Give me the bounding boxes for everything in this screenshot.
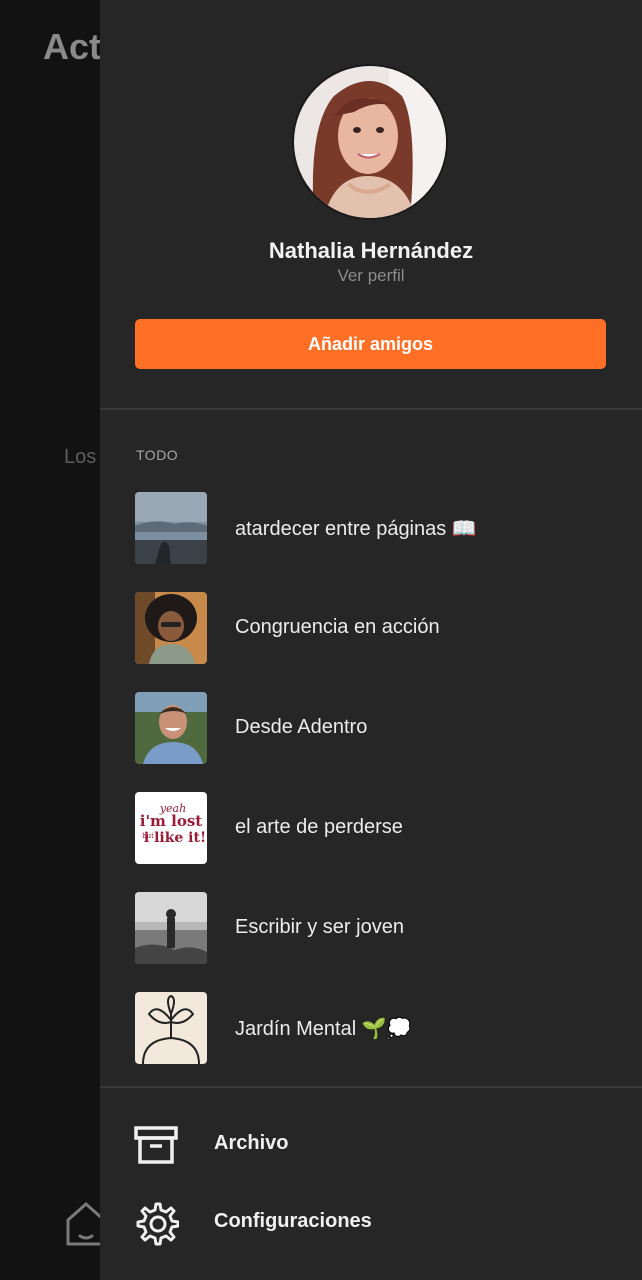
background-page-title: Act [43,26,102,67]
publication-title: Jardín Mental 🌱💭 [235,1018,412,1040]
add-friends-button[interactable]: Añadir amigos [135,319,606,369]
list-item[interactable]: Congruencia en acción [100,592,642,664]
list-item[interactable]: Jardín Mental 🌱💭 [100,992,642,1064]
view-profile-link[interactable]: Ver perfil [100,266,642,286]
navigation-drawer: Nathalia Hernández Ver perfil Añadir ami… [100,0,642,1280]
profile-name: Nathalia Hernández [268,238,474,263]
archive-icon [134,1126,178,1164]
section-label: TODO [136,447,179,463]
thumb-logo-line: i like it! [144,830,206,846]
list-item[interactable]: yeah i'm lost but i like it! el arte de … [100,792,642,864]
menu-item-archive[interactable]: Archivo [100,1116,642,1172]
publication-title: el arte de perderse [235,816,403,838]
list-item[interactable]: Desde Adentro [100,692,642,764]
publication-title: Escribir y ser joven [235,916,404,938]
drawer-divider [100,1086,642,1088]
list-item[interactable]: Escribir y ser joven [100,892,642,964]
publication-thumbnail: yeah i'm lost but i like it! [135,792,207,864]
gear-icon [136,1202,179,1246]
publication-thumbnail [135,992,207,1064]
menu-item-label: Configuraciones [214,1210,372,1232]
app-screen: Act Los Nathalia Hernández Ver perfil Añ… [0,0,642,1280]
background-empty-text: Los [64,446,97,468]
publication-thumbnail [135,492,207,564]
publication-title: atardecer entre páginas 📖 [235,518,477,540]
menu-item-settings[interactable]: Configuraciones [100,1194,642,1250]
drawer-divider [100,408,642,410]
publication-title: Congruencia en acción [235,616,440,638]
publication-thumbnail [135,692,207,764]
publication-title: Desde Adentro [235,716,368,738]
menu-item-label: Archivo [214,1132,289,1154]
publication-thumbnail [135,592,207,664]
publication-thumbnail [135,892,207,964]
list-item[interactable]: atardecer entre páginas 📖 [100,492,642,564]
thumb-logo-line: i'm lost [140,812,203,830]
profile-avatar[interactable] [294,66,446,218]
